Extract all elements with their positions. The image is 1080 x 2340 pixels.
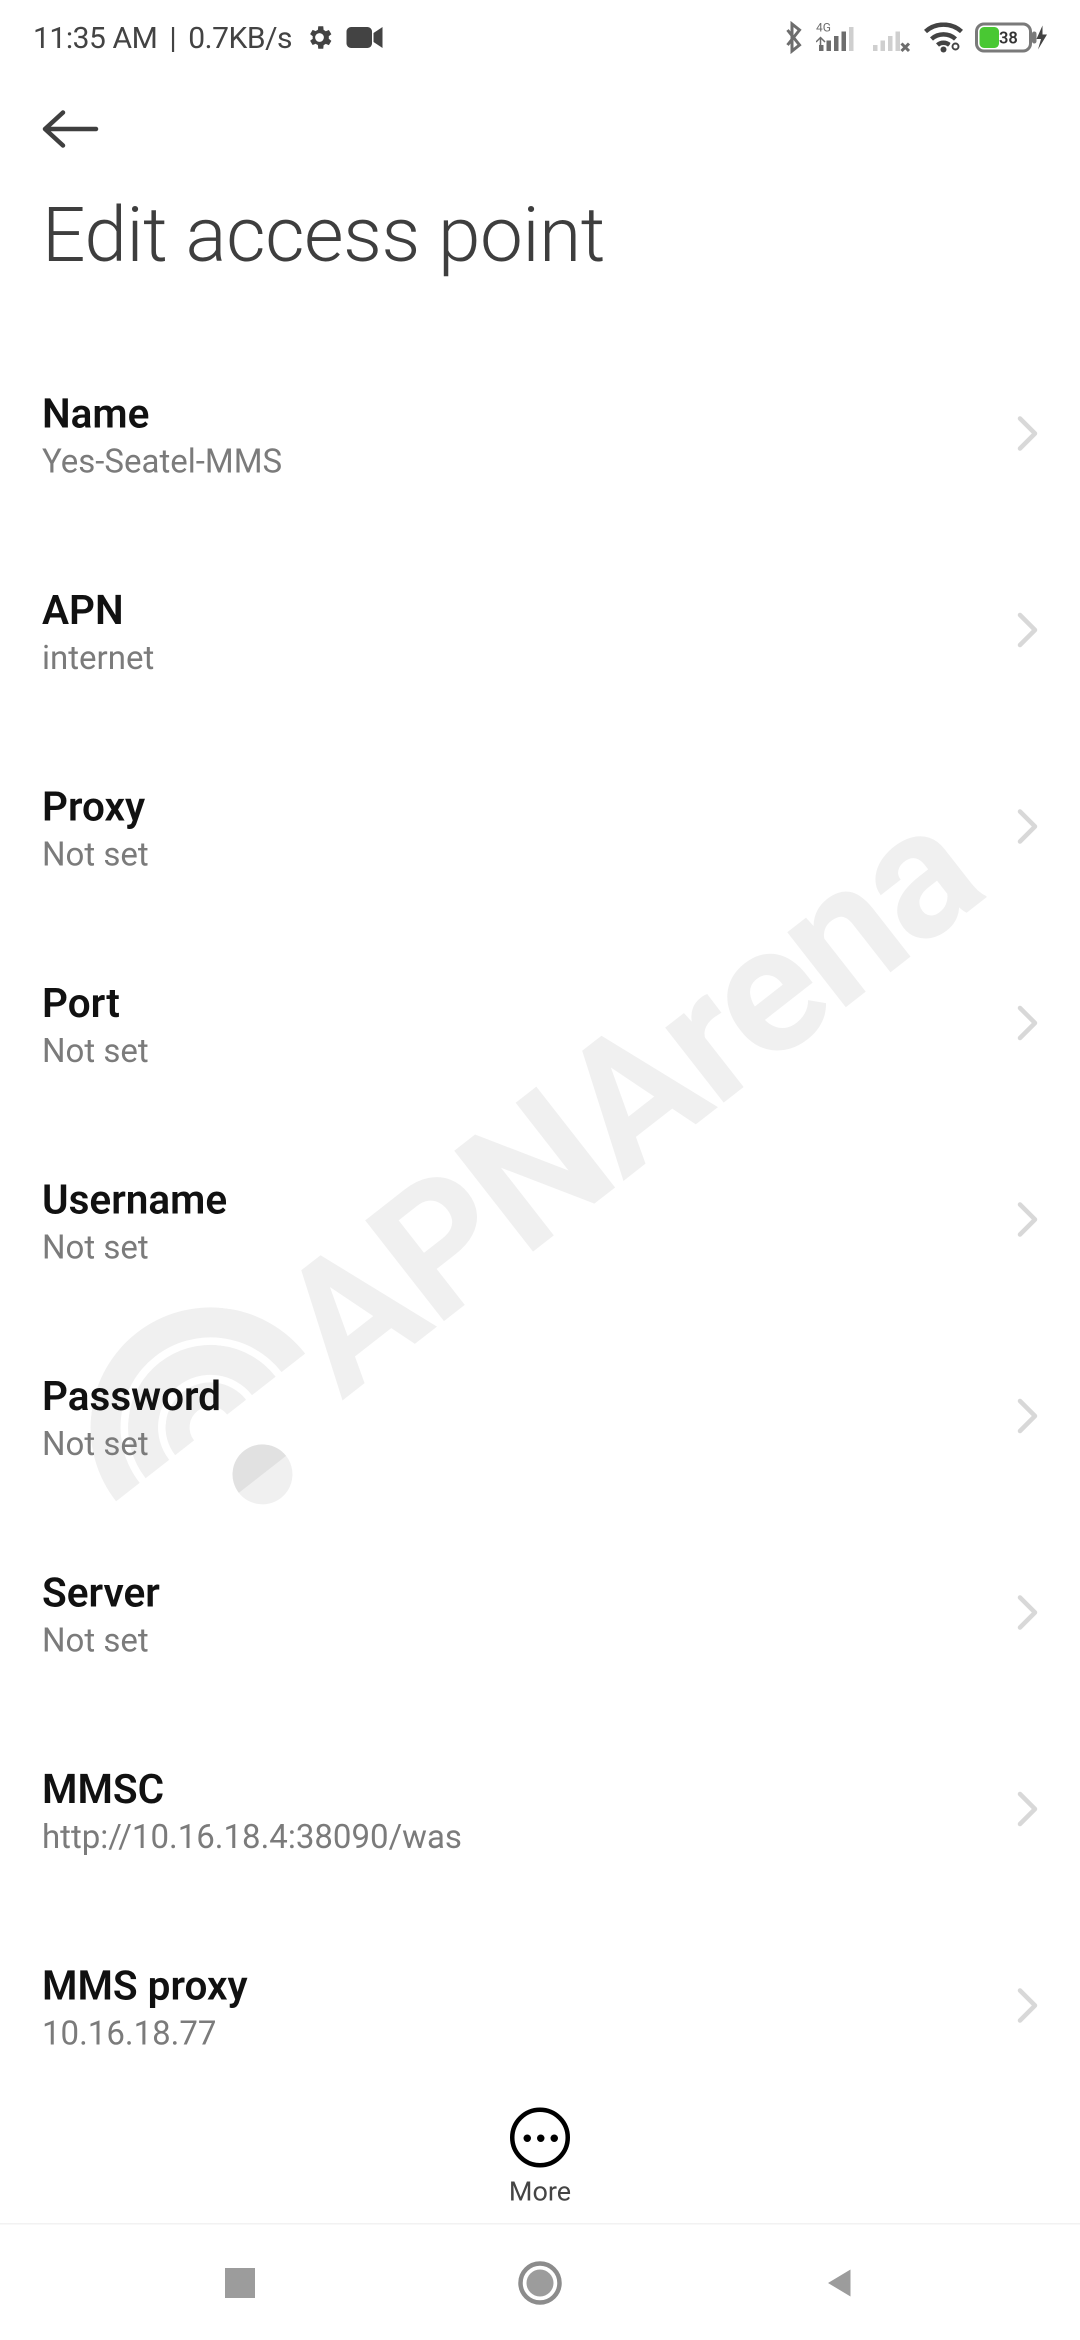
page-title: Edit access point [0, 168, 1080, 329]
more-icon [510, 2108, 570, 2168]
chevron-right-icon [1017, 1201, 1038, 1243]
setting-label: Username [42, 1176, 999, 1224]
setting-row-port[interactable]: Port Not set [0, 941, 1080, 1111]
setting-label: Proxy [42, 783, 999, 831]
nav-home-button[interactable] [480, 2237, 600, 2327]
setting-label: Name [42, 390, 999, 438]
setting-row-proxy[interactable]: Proxy Not set [0, 744, 1080, 914]
status-sep: | [169, 20, 176, 56]
setting-label: Port [42, 980, 999, 1028]
setting-value: Not set [42, 1034, 999, 1072]
setting-value: 10.16.18.77 [42, 2016, 999, 2054]
battery-icon: 38 [975, 23, 1047, 53]
settings-icon [304, 23, 334, 53]
setting-label: MMS proxy [42, 1962, 999, 2010]
setting-label: Password [42, 1373, 999, 1421]
setting-value: Yes-Seatel-MMS [42, 444, 999, 482]
status-time: 11:35 AM [33, 20, 157, 56]
nav-recent-button[interactable] [180, 2237, 300, 2327]
chevron-right-icon [1017, 1594, 1038, 1636]
svg-text:4G: 4G [816, 21, 831, 35]
status-netspeed: 0.7KB/s [188, 20, 292, 56]
system-navbar [0, 2223, 1080, 2340]
signal-nosim-icon [873, 21, 912, 54]
chevron-right-icon [1017, 1790, 1038, 1832]
setting-value: Not set [42, 1427, 999, 1465]
camera-icon [346, 26, 382, 50]
setting-row-password[interactable]: Password Not set [0, 1334, 1080, 1504]
back-button[interactable] [39, 128, 102, 157]
setting-value: Not set [42, 837, 999, 875]
more-label: More [509, 2177, 571, 2209]
bluetooth-icon [783, 21, 804, 54]
status-bar: 11:35 AM | 0.7KB/s 4G [0, 0, 1080, 75]
setting-label: APN [42, 587, 999, 635]
chevron-right-icon [1017, 1004, 1038, 1046]
settings-list: Name Yes-Seatel-MMS APN internet Proxy Not se… [0, 345, 1080, 2108]
setting-row-mms-proxy[interactable]: MMS proxy 10.16.18.77 [0, 1923, 1080, 2093]
setting-label: Server [42, 1569, 999, 1617]
chevron-right-icon [1017, 808, 1038, 850]
setting-row-apn[interactable]: APN internet [0, 548, 1080, 718]
svg-text:38: 38 [999, 30, 1018, 49]
chevron-right-icon [1017, 415, 1038, 457]
chevron-right-icon [1017, 611, 1038, 653]
setting-row-username[interactable]: Username Not set [0, 1137, 1080, 1307]
setting-value: Not set [42, 1230, 999, 1268]
setting-value: http://10.16.18.4:38090/was [42, 1820, 999, 1858]
more-button[interactable]: More [0, 2108, 1080, 2209]
chevron-right-icon [1017, 1397, 1038, 1439]
setting-value: Not set [42, 1623, 999, 1661]
nav-back-button[interactable] [780, 2237, 900, 2327]
wifi-icon [924, 23, 963, 53]
setting-row-mmsc[interactable]: MMSC http://10.16.18.4:38090/was [0, 1727, 1080, 1897]
setting-row-name[interactable]: Name Yes-Seatel-MMS [0, 351, 1080, 521]
signal-4g-icon: 4G [816, 21, 861, 54]
setting-label: MMSC [42, 1766, 999, 1814]
chevron-right-icon [1017, 1987, 1038, 2029]
setting-value: internet [42, 641, 999, 679]
setting-row-server[interactable]: Server Not set [0, 1530, 1080, 1700]
